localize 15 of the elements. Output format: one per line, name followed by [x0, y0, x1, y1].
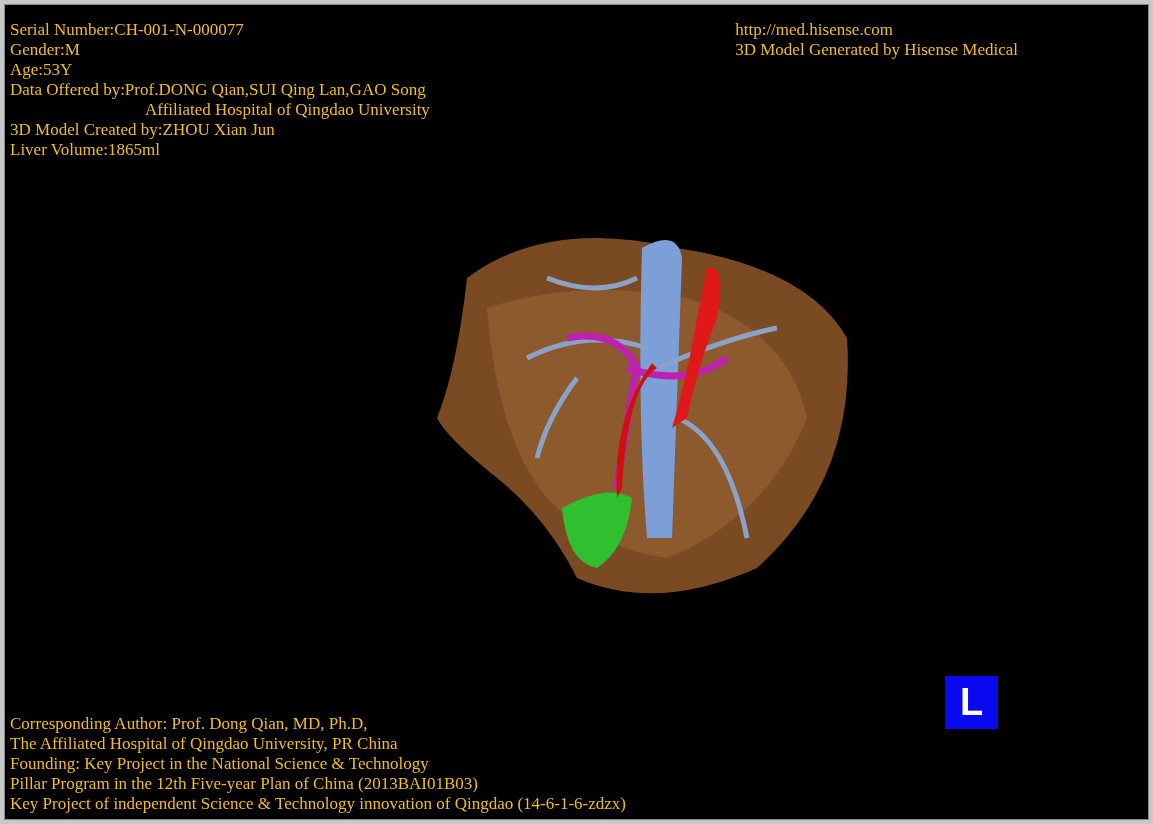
credit-line: Founding: Key Project in the National Science & Technology [10, 754, 430, 774]
credit-line: Corresponding Author: Prof. Dong Qian, MD, Ph.D, [10, 714, 369, 734]
info-line: Age:53Y [10, 60, 74, 80]
info-line: Data Offered by:Prof.DONG Qian,SUI Qing Lan,GAO Song [10, 80, 427, 100]
info-line: 3D Model Created by:ZHOU Xian Jun [10, 120, 276, 140]
vendor-line: 3D Model Generated by Hisense Medical [735, 40, 1018, 60]
info-line: Liver Volume:1865ml [10, 140, 161, 160]
vendor-line: http://med.hisense.com [735, 20, 894, 40]
credit-line: Pillar Program in the 12th Five-year Plan of China (2013BAI01B03) [10, 774, 479, 794]
info-line: Affiliated Hospital of Qingdao University [144, 100, 430, 120]
credit-line: The Affiliated Hospital of Qingdao University, PR China [10, 734, 399, 754]
credit-line: Key Project of independent Science & Technology innovation of Qingdao (14-6-1-6-zdzx) [10, 794, 626, 814]
orientation-marker: L [945, 676, 998, 729]
info-line: Gender:M [10, 40, 81, 60]
info-line: Serial Number:CH-001-N-000077 [10, 20, 245, 40]
